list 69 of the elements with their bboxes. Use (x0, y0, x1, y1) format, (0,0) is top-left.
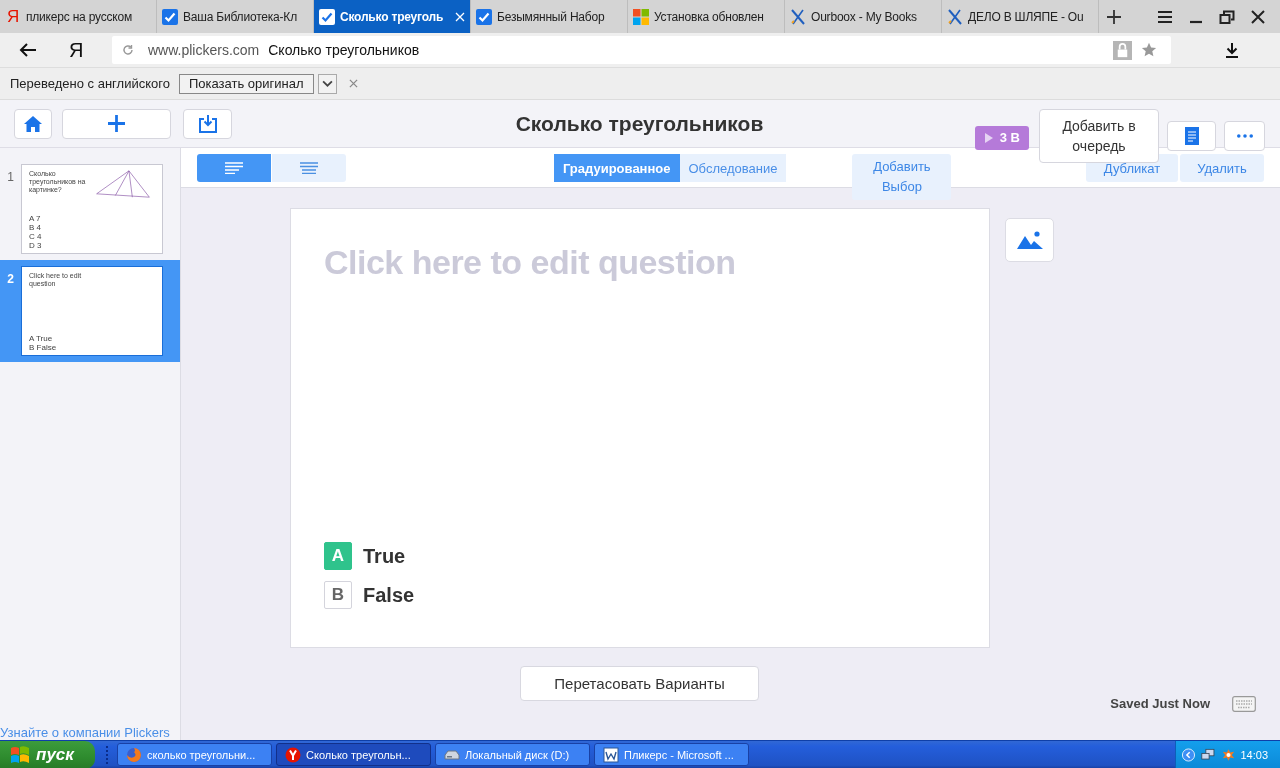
thumbnail-choice: D 3 (29, 241, 43, 250)
document-button[interactable] (1167, 121, 1216, 151)
add-to-queue-button[interactable]: Добавить в очередь (1039, 109, 1159, 163)
address-field[interactable]: www.plickers.com Сколько треугольников (112, 36, 1171, 64)
checkbox-icon (319, 8, 335, 25)
yandex-icon (285, 746, 301, 763)
set-title: Сколько треугольников (515, 111, 764, 136)
menu-icon[interactable] (1157, 9, 1173, 24)
restore-icon[interactable] (1219, 9, 1235, 24)
play-icon (983, 132, 994, 143)
checkbox-icon (476, 8, 492, 25)
firefox-icon (126, 746, 142, 763)
align-center-icon (300, 162, 318, 174)
home-icon (24, 115, 42, 132)
add-button[interactable] (62, 108, 171, 139)
align-left-icon (225, 162, 243, 174)
taskbar-button[interactable]: Пликерс - Microsoft ... (594, 743, 749, 766)
windows-logo (10, 745, 30, 764)
keyboard-icon[interactable] (1232, 696, 1256, 712)
crossed-pens-icon (790, 8, 806, 25)
drive-icon (444, 748, 460, 761)
add-image-button[interactable] (1005, 218, 1054, 262)
dropdown-button[interactable] (317, 73, 337, 94)
show-original-button[interactable]: Показать оригинал (178, 73, 314, 94)
plus-icon (108, 115, 125, 132)
browser-tab[interactable]: Сколько треуголь (314, 0, 471, 33)
slide-number: 2 (6, 271, 15, 288)
align-left-button[interactable] (197, 154, 271, 182)
thumbnail-choice: A 7 (29, 214, 42, 223)
save-status: Saved Just Now (1110, 696, 1210, 711)
taskbar-button[interactable]: Локальный диск (D:) (435, 743, 590, 766)
crossed-pens-icon (947, 8, 963, 25)
thumbnail-choice: C 4 (29, 232, 43, 241)
new-tab-icon[interactable] (1107, 9, 1121, 24)
star-icon[interactable] (1141, 42, 1157, 58)
document-icon (603, 746, 619, 763)
document-icon (1184, 127, 1199, 145)
yandex-icon: Я (5, 6, 21, 27)
slide-number: 1 (6, 169, 15, 186)
clock: 14:03 (1240, 748, 1268, 761)
thumbnail-choice: B 4 (29, 223, 42, 232)
translation-message: Переведено с английского (10, 76, 170, 91)
grip-icon (105, 744, 109, 765)
network-icon[interactable] (1200, 746, 1216, 763)
home-button[interactable] (14, 108, 52, 139)
antivirus-icon[interactable] (1221, 746, 1235, 763)
chevron-down-icon (321, 80, 333, 87)
shuffle-choices-button[interactable]: Перетасовать Варианты (520, 666, 759, 701)
image-icon (1016, 231, 1043, 249)
download-icon[interactable] (1224, 42, 1240, 58)
choice-text[interactable]: True (363, 544, 406, 568)
import-button[interactable] (183, 108, 232, 139)
choice-letter[interactable]: B (324, 581, 352, 609)
thumbnail-choice: B False (29, 343, 58, 352)
more-icon (1236, 134, 1253, 138)
show-hidden-icons-icon[interactable] (1182, 746, 1195, 763)
back-arrow-icon[interactable] (19, 43, 37, 57)
reload-icon[interactable] (122, 44, 134, 56)
windows-icon (633, 8, 649, 25)
start-button[interactable]: пуск (0, 740, 95, 768)
tray-arrow-icon (197, 114, 218, 133)
choice-text[interactable]: False (363, 583, 415, 607)
yandex-logo[interactable]: Я (69, 38, 85, 62)
more-button[interactable] (1224, 121, 1265, 151)
taskbar-button[interactable]: сколько треугольни... (117, 743, 272, 766)
thumbnail-choice: A True (29, 334, 54, 343)
taskbar-button[interactable]: Сколько треугольн... (276, 743, 431, 766)
close-icon[interactable] (1250, 9, 1266, 24)
checkbox-icon (162, 8, 178, 25)
